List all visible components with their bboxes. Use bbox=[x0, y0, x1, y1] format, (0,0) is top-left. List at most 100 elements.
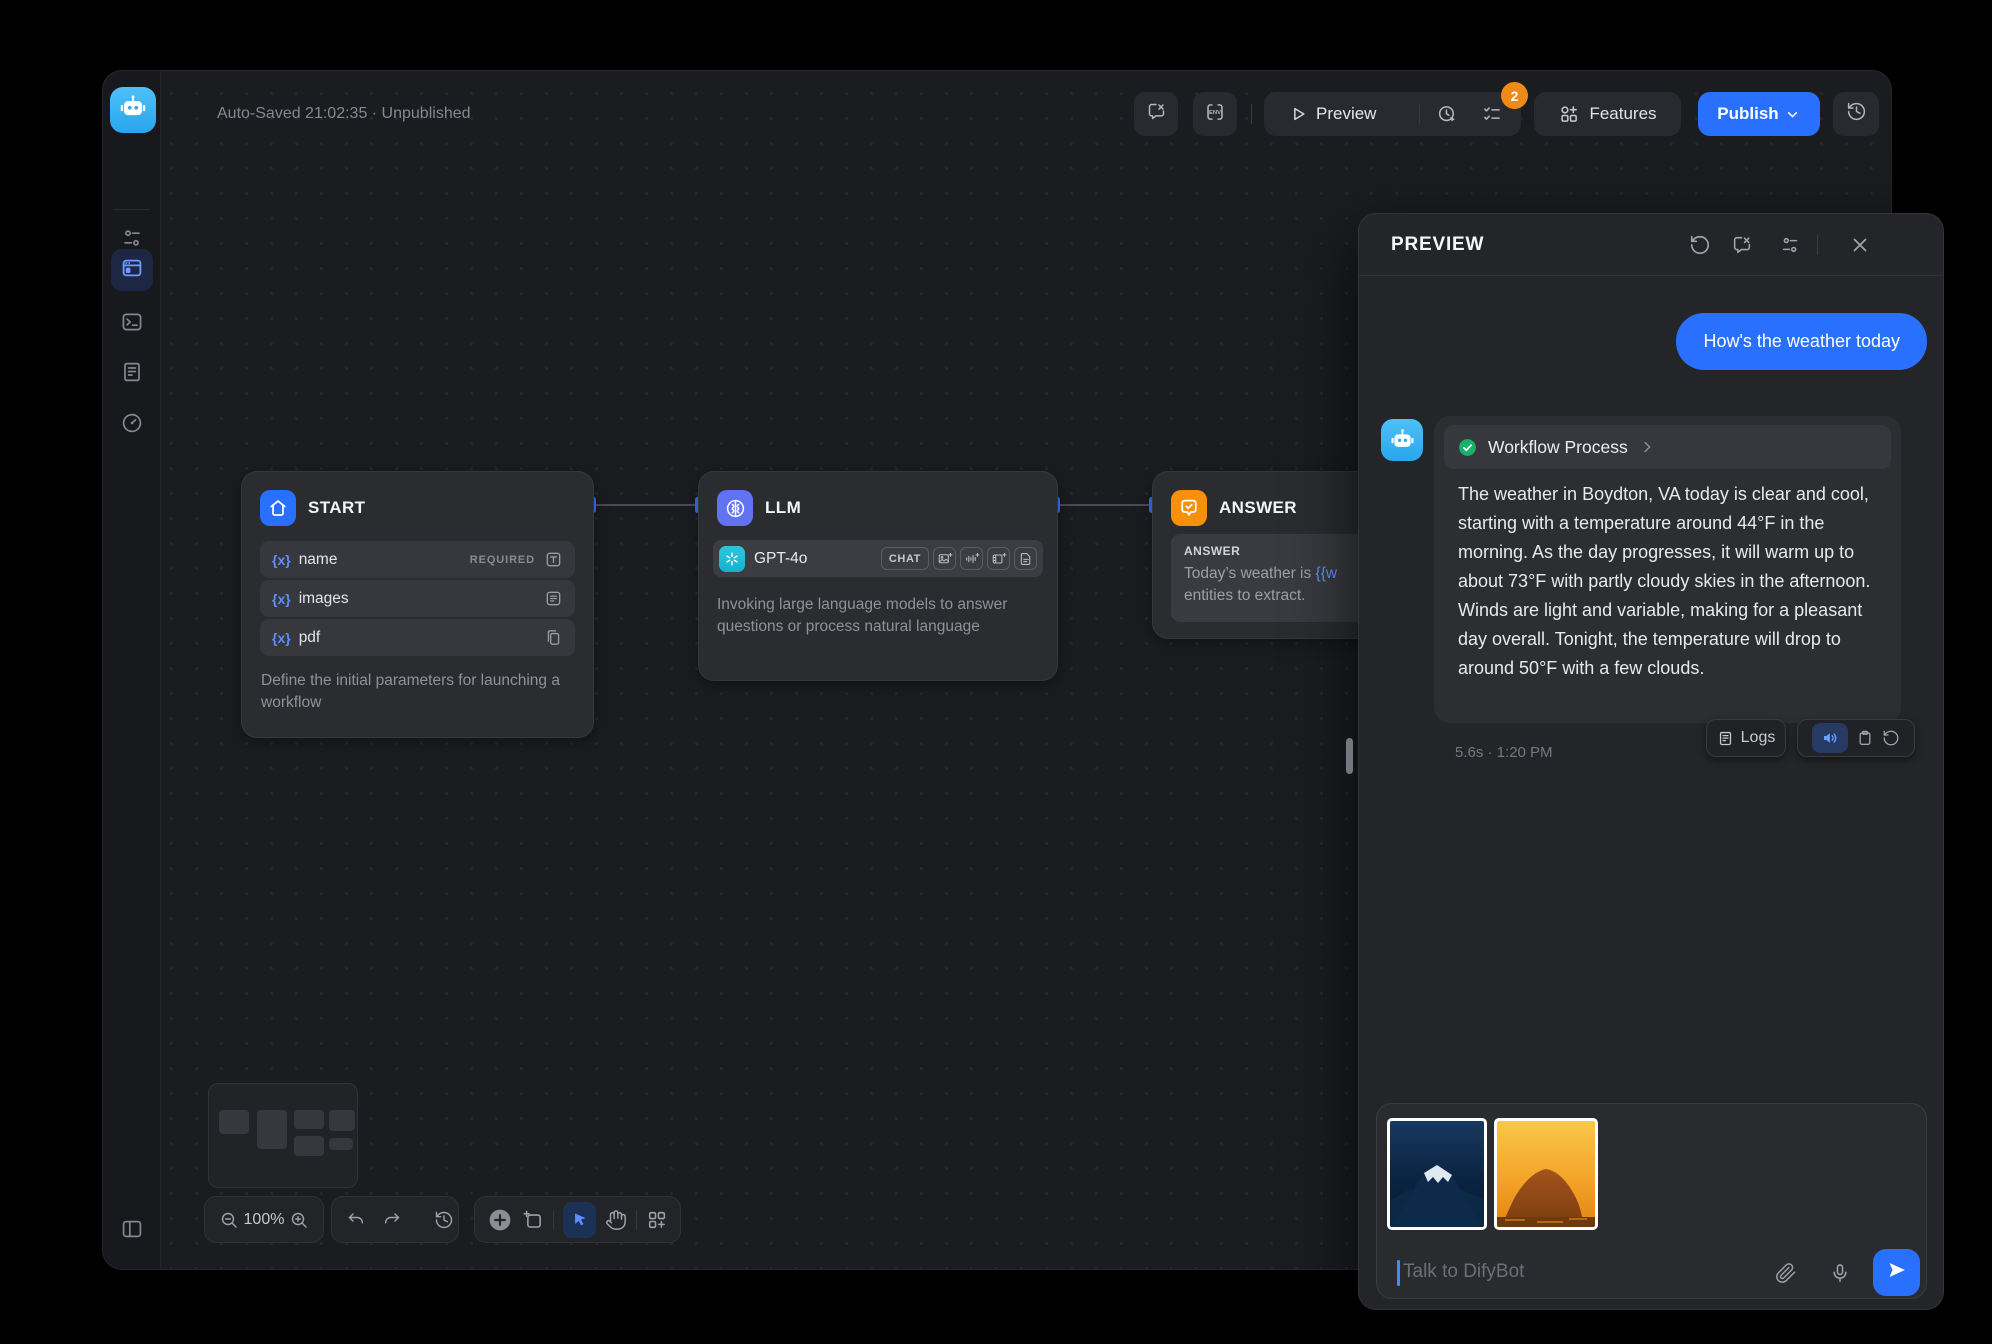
logs-icon bbox=[1717, 730, 1734, 747]
text-caret bbox=[1397, 1260, 1400, 1286]
edge-start-llm bbox=[594, 504, 698, 506]
pointer-tool-active[interactable] bbox=[563, 1202, 596, 1238]
node-start[interactable]: START {x} name REQUIRED {x} images {x} p… bbox=[241, 471, 594, 738]
logs-button[interactable]: Logs bbox=[1706, 719, 1786, 757]
checklist-count-badge: 2 bbox=[1501, 82, 1528, 109]
monitor-gauge-icon[interactable] bbox=[120, 411, 144, 435]
start-field-images[interactable]: {x} images bbox=[260, 580, 575, 617]
annotation-button[interactable] bbox=[1134, 92, 1178, 136]
redo-icon[interactable] bbox=[382, 1210, 402, 1230]
publish-button[interactable]: Publish bbox=[1698, 92, 1820, 136]
play-icon[interactable] bbox=[1288, 104, 1308, 124]
orchestrate-icon bbox=[120, 256, 144, 285]
features-icon bbox=[1558, 103, 1580, 125]
zoom-in-icon[interactable] bbox=[289, 1210, 309, 1230]
workflow-process-toggle[interactable]: Workflow Process bbox=[1444, 425, 1891, 469]
video-icon bbox=[987, 547, 1010, 570]
version-history-button[interactable] bbox=[1833, 92, 1879, 136]
paperclip-icon[interactable] bbox=[1775, 1262, 1797, 1284]
model-name: GPT-4o bbox=[754, 550, 807, 568]
node-start-description: Define the initial parameters for launch… bbox=[261, 670, 561, 715]
node-answer-title: ANSWER bbox=[1219, 490, 1297, 526]
zoom-out-icon[interactable] bbox=[219, 1210, 239, 1230]
message-actions bbox=[1797, 719, 1915, 757]
variable-icon: {x} bbox=[272, 591, 291, 607]
autosave-status: Auto-Saved 21:02:35 · Unpublished bbox=[217, 105, 471, 123]
field-name: name bbox=[299, 551, 338, 569]
node-tools bbox=[474, 1196, 681, 1243]
checklist-icon[interactable] bbox=[1481, 103, 1503, 125]
chat-input-box bbox=[1376, 1103, 1927, 1299]
bot-avatar bbox=[1381, 419, 1423, 461]
zoom-level[interactable]: 100% bbox=[244, 1211, 285, 1229]
model-selector[interactable]: GPT-4o CHAT bbox=[713, 540, 1043, 577]
send-button[interactable] bbox=[1873, 1249, 1920, 1296]
organize-nodes-icon[interactable] bbox=[646, 1209, 668, 1231]
sidebar bbox=[103, 71, 161, 1269]
settings-sliders-icon[interactable] bbox=[1779, 234, 1801, 256]
speaker-button-active[interactable] bbox=[1812, 723, 1848, 753]
collapse-sidebar-icon[interactable] bbox=[120, 1217, 144, 1241]
files-type-icon bbox=[544, 628, 563, 647]
chat-input[interactable] bbox=[1401, 1256, 1741, 1288]
minimap-node bbox=[294, 1110, 324, 1129]
regenerate-icon[interactable] bbox=[1882, 729, 1900, 747]
variable-icon: {x} bbox=[272, 552, 291, 568]
settings-sliders-icon[interactable] bbox=[120, 226, 144, 250]
brain-icon bbox=[717, 490, 753, 526]
preview-title: PREVIEW bbox=[1391, 214, 1484, 276]
env-icon: ENV bbox=[1204, 101, 1226, 128]
minimap-node bbox=[257, 1110, 287, 1149]
version-history-icon bbox=[1846, 101, 1867, 127]
run-controls-group: Preview bbox=[1264, 92, 1521, 136]
variable-icon: {x} bbox=[272, 630, 291, 646]
paragraph-type-icon bbox=[544, 589, 563, 608]
node-llm[interactable]: LLM GPT-4o CHAT Invoking large language … bbox=[698, 471, 1058, 681]
run-history-icon[interactable] bbox=[1436, 103, 1458, 125]
logs-doc-icon[interactable] bbox=[120, 360, 144, 384]
preview-button[interactable]: Preview bbox=[1316, 92, 1376, 136]
send-icon bbox=[1886, 1259, 1908, 1286]
robot-icon bbox=[118, 93, 148, 128]
undo-icon[interactable] bbox=[346, 1210, 366, 1230]
start-field-name[interactable]: {x} name REQUIRED bbox=[260, 541, 575, 578]
features-label: Features bbox=[1589, 104, 1656, 124]
minimap-node bbox=[219, 1110, 249, 1134]
model-capabilities: CHAT bbox=[881, 547, 1037, 570]
features-button[interactable]: Features bbox=[1534, 92, 1681, 136]
chat-mode-badge: CHAT bbox=[881, 547, 929, 570]
bubble-check-icon bbox=[1171, 490, 1207, 526]
change-history-icon[interactable] bbox=[434, 1210, 454, 1230]
sidebar-item-orchestrate[interactable] bbox=[111, 249, 153, 291]
publish-label: Publish bbox=[1717, 104, 1778, 124]
openai-icon bbox=[719, 546, 745, 572]
mic-icon[interactable] bbox=[1829, 1262, 1851, 1284]
run-group-divider bbox=[1419, 104, 1420, 124]
minimap[interactable] bbox=[208, 1083, 358, 1188]
edge-llm-answer bbox=[1058, 504, 1152, 506]
env-button[interactable]: ENV bbox=[1193, 92, 1237, 136]
header-divider bbox=[1817, 235, 1818, 255]
panel-resize-handle[interactable] bbox=[1346, 738, 1353, 774]
start-field-pdf[interactable]: {x} pdf bbox=[260, 619, 575, 656]
check-circle-icon bbox=[1457, 437, 1478, 458]
message-meta: 5.6s · 1:20 PM bbox=[1455, 744, 1553, 761]
add-node-icon[interactable] bbox=[487, 1207, 513, 1233]
minimap-node bbox=[329, 1110, 355, 1131]
screen: Auto-Saved 21:02:35 · Unpublished ENV Pr… bbox=[0, 0, 1992, 1344]
close-icon[interactable] bbox=[1849, 234, 1871, 256]
home-icon bbox=[260, 490, 296, 526]
copy-icon[interactable] bbox=[1856, 729, 1874, 747]
terminal-icon[interactable] bbox=[120, 310, 144, 334]
add-note-icon[interactable] bbox=[522, 1209, 544, 1231]
uploaded-image-fuji[interactable] bbox=[1387, 1118, 1487, 1230]
uploaded-image-sunset[interactable] bbox=[1494, 1118, 1598, 1230]
hand-tool-icon[interactable] bbox=[605, 1209, 627, 1231]
app-logo[interactable] bbox=[110, 87, 156, 133]
node-llm-title: LLM bbox=[765, 490, 801, 526]
bot-message-text: The weather in Boydton, VA today is clea… bbox=[1458, 480, 1878, 683]
field-name: images bbox=[299, 590, 349, 608]
sidebar-divider bbox=[113, 209, 150, 210]
restart-conversation-icon[interactable] bbox=[1689, 234, 1711, 256]
annotation-icon[interactable] bbox=[1731, 234, 1753, 256]
